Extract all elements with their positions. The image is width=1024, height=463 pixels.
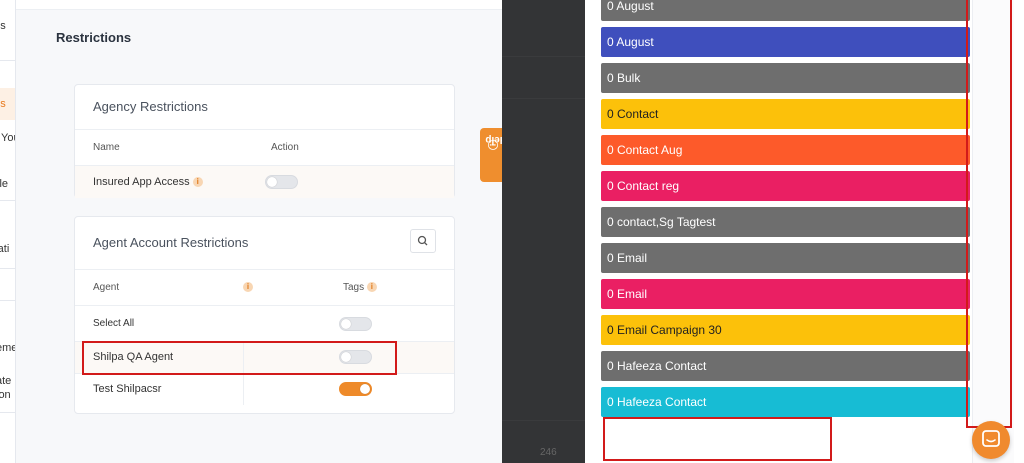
sidebar-divider (0, 60, 15, 61)
tag-label: 0 Email Campaign 30 (607, 323, 722, 337)
tag-item[interactable]: 0 August (601, 0, 970, 21)
highlight-box (603, 417, 832, 461)
toggle-knob (360, 384, 370, 394)
sidebar-divider (0, 412, 15, 413)
tag-item[interactable]: 0 August (601, 27, 970, 57)
tag-label: 0 Contact (607, 107, 659, 121)
toggle-knob (267, 177, 277, 187)
row-label: Test Shilpacsr (93, 383, 162, 395)
overlay-number: 246 (540, 447, 557, 458)
sidebar-item-label: ion (0, 389, 11, 401)
col-action: Action (271, 142, 299, 153)
modal-overlay[interactable]: 246 (502, 0, 585, 463)
tag-item[interactable]: 0 Email Campaign 30 (601, 315, 970, 345)
agency-table-header: Name Action (75, 129, 454, 165)
tag-item[interactable]: 0 Contact Aug (601, 135, 970, 165)
tag-label: 0 Hafeeza Contact (607, 359, 707, 373)
table-row: Insured App Access i (75, 165, 454, 198)
tag-item[interactable]: 0 contact,Sg Tagtest (601, 207, 970, 237)
agency-restrictions-card: Agency Restrictions Name Action Insured … (74, 84, 455, 198)
col-tags-text: Tags (343, 282, 365, 293)
tag-item[interactable]: 0 Contact reg (601, 171, 970, 201)
info-icon[interactable]: i (366, 282, 377, 293)
row-label: Insured App Access i (93, 176, 203, 188)
sidebar-item-label: ons (0, 98, 6, 110)
sidebar-divider (0, 300, 15, 301)
agent-table-header: Agent i Tags i (75, 269, 454, 305)
chat-launcher-button[interactable] (972, 421, 1010, 459)
row-label: Select All (93, 318, 135, 329)
chat-icon (982, 430, 1000, 447)
sidebar-divider (0, 200, 15, 201)
sidebar-item-label: ate (0, 375, 12, 387)
tag-item[interactable]: 0 Hafeeza Contact (601, 351, 970, 381)
agency-card-title: Agency Restrictions (93, 99, 208, 114)
agent-card-title: Agent Account Restrictions (93, 235, 249, 250)
sidebar-item-label: rati (0, 243, 10, 255)
sidebar-divider (0, 268, 15, 269)
sidebar-item[interactable]: ons (0, 20, 15, 32)
sidebar-item-label: ons (0, 20, 6, 32)
sidebar-item[interactable]: ion (0, 389, 15, 401)
row-label-text: Insured App Access (93, 176, 190, 188)
select-all-toggle[interactable] (339, 317, 372, 331)
col-tags: Tags i (343, 282, 377, 293)
tag-label: 0 Contact Aug (607, 143, 683, 157)
info-icon[interactable]: i (192, 177, 203, 188)
overlay-line (502, 56, 585, 57)
sidebar-item-restrictions[interactable]: ons (0, 98, 15, 110)
sidebar-item[interactable]: You (0, 132, 15, 144)
tag-label: 0 Bulk (607, 71, 641, 85)
agent-restrictions-card: Agent Account Restrictions Agent i Tags … (74, 216, 455, 414)
main-content: Restrictions Agency Restrictions Name Ac… (16, 0, 502, 463)
tag-label: 0 Email (607, 287, 648, 301)
test-shilpacsr-toggle[interactable] (339, 382, 372, 396)
tag-label: 0 contact,Sg Tagtest (607, 215, 716, 229)
highlight-box (82, 341, 397, 375)
table-row: Select All (75, 305, 454, 341)
highlight-box (966, 0, 1012, 428)
tag-item[interactable]: 0 Bulk (601, 63, 970, 93)
sidebar-item[interactable]: ile (0, 178, 15, 190)
tag-item[interactable]: 0 Contact (601, 99, 970, 129)
tag-item[interactable]: 0 Email (601, 243, 970, 273)
tag-item[interactable]: 0 Hafeeza Contact (601, 387, 970, 417)
sidebar-item[interactable]: rati (0, 243, 15, 255)
overlay-line (502, 420, 585, 421)
help-label: ⓘ Help (485, 134, 507, 150)
tag-item[interactable]: 0 Email (601, 279, 970, 309)
tag-label: 0 August (607, 0, 654, 13)
sidebar-item-label: eme (0, 342, 16, 354)
col-name: Name (93, 142, 120, 153)
tag-label: 0 Hafeeza Contact (607, 395, 707, 409)
sidebar-item[interactable]: ate (0, 375, 15, 387)
help-tab[interactable]: ⓘ Help (480, 128, 507, 182)
tag-label: 0 August (607, 35, 654, 49)
search-button[interactable] (410, 229, 436, 253)
toggle-knob (341, 319, 351, 329)
info-icon[interactable]: i (243, 282, 253, 292)
sidebar-item[interactable]: eme (0, 342, 16, 354)
sidebar-item-label: You (1, 132, 15, 144)
sidebar-item-label: ile (0, 178, 9, 190)
top-strip (16, 0, 502, 10)
col-agent: Agent (93, 282, 120, 293)
page-title: Restrictions (56, 30, 132, 45)
tag-panel: 0 August 0 August 0 Bulk 0 Contact 0 Contact… (585, 0, 1024, 463)
overlay-line (502, 98, 585, 99)
table-row: Test Shilpacsr (75, 373, 454, 405)
tag-label: 0 Email (607, 251, 648, 265)
search-icon (417, 235, 428, 246)
insured-app-access-toggle[interactable] (265, 175, 298, 189)
sidebar: ons ons You ile rati eme ate ion (0, 0, 16, 463)
tag-label: 0 Contact reg (607, 179, 680, 193)
